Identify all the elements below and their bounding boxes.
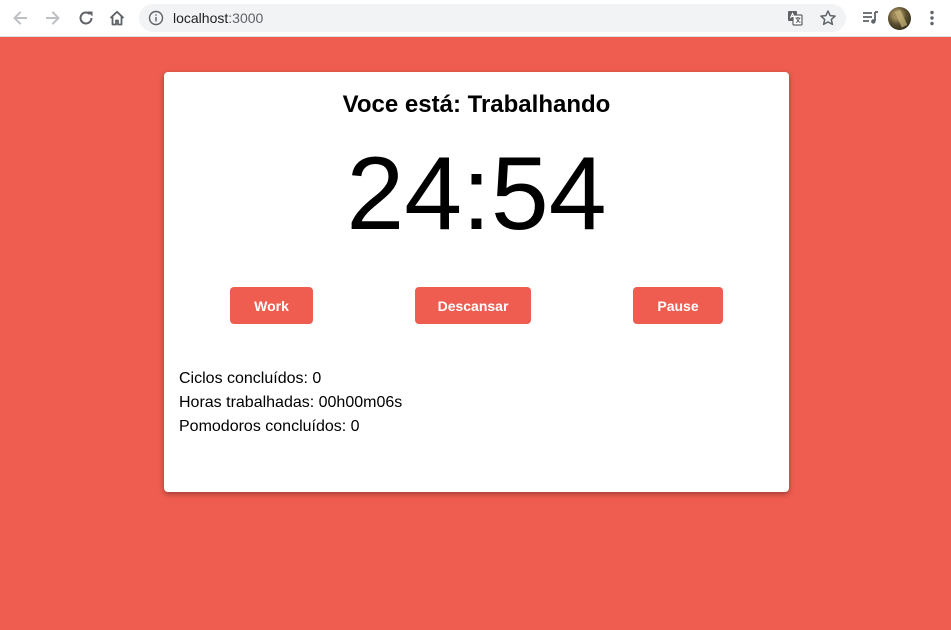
avatar[interactable] xyxy=(888,7,911,30)
media-queue-icon[interactable] xyxy=(858,6,882,30)
url-text: localhost:3000 xyxy=(173,10,263,26)
hours-worked: Horas trabalhadas: 00h00m06s xyxy=(179,394,403,411)
browser-toolbar: localhost:3000 xyxy=(0,0,951,37)
info-icon[interactable] xyxy=(148,10,164,26)
work-button[interactable]: Work xyxy=(230,287,313,324)
url-host: localhost xyxy=(173,10,229,26)
translate-icon[interactable] xyxy=(787,10,803,26)
forward-icon[interactable] xyxy=(41,6,65,30)
stats-panel: Ciclos concluídos: 0 Horas trabalhadas: … xyxy=(179,367,402,439)
timer-display: 24:54 xyxy=(346,136,607,252)
home-icon[interactable] xyxy=(105,6,129,30)
pause-button[interactable]: Pause xyxy=(633,287,723,324)
page-background: Voce está: Trabalhando 24:54 Work Descan… xyxy=(0,37,951,630)
rest-button[interactable]: Descansar xyxy=(415,287,531,324)
url-port: :3000 xyxy=(228,10,264,26)
back-icon[interactable] xyxy=(8,6,32,30)
menu-icon[interactable] xyxy=(920,6,944,30)
pomodoros-completed: Pomodoros concluídos: 0 xyxy=(179,418,360,435)
pomodoro-card: Voce está: Trabalhando 24:54 Work Descan… xyxy=(164,72,789,492)
address-bar[interactable]: localhost:3000 xyxy=(139,4,846,32)
status-title: Voce está: Trabalhando xyxy=(342,91,611,118)
star-icon[interactable] xyxy=(819,9,837,27)
cycles-completed: Ciclos concluídos: 0 xyxy=(179,370,322,387)
reload-icon[interactable] xyxy=(74,6,98,30)
